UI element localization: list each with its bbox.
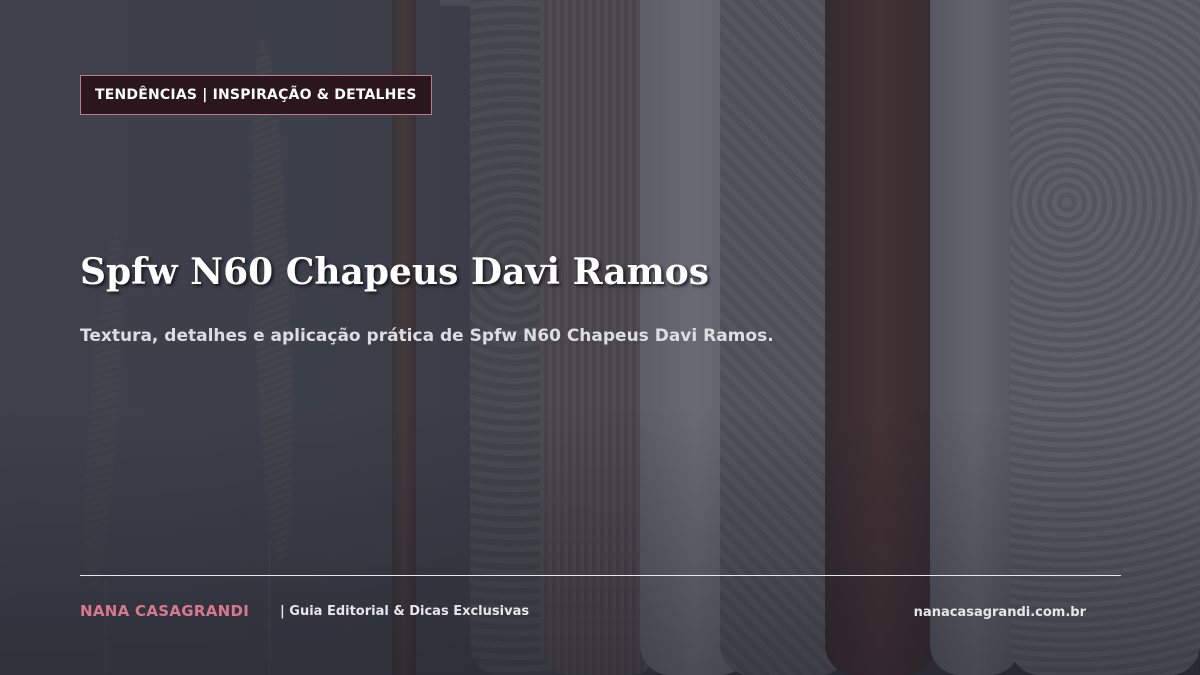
page-subtitle: Textura, detalhes e aplicação prática de… <box>80 326 774 346</box>
brand-name: NANA CASAGRANDI <box>80 602 250 620</box>
hero-content: TENDÊNCIAS | INSPIRAÇÃO & DETALHES Spfw … <box>0 0 1200 675</box>
brand-tagline: | Guia Editorial & Dicas Exclusivas <box>280 604 530 619</box>
footer-divider <box>80 575 1121 576</box>
page-title: Spfw N60 Chapeus Davi Ramos <box>80 251 710 293</box>
hero-banner: TENDÊNCIAS | INSPIRAÇÃO & DETALHES Spfw … <box>0 0 1200 675</box>
category-badge: TENDÊNCIAS | INSPIRAÇÃO & DETALHES <box>80 75 432 115</box>
site-url: nanacasagrandi.com.br <box>913 605 1086 620</box>
